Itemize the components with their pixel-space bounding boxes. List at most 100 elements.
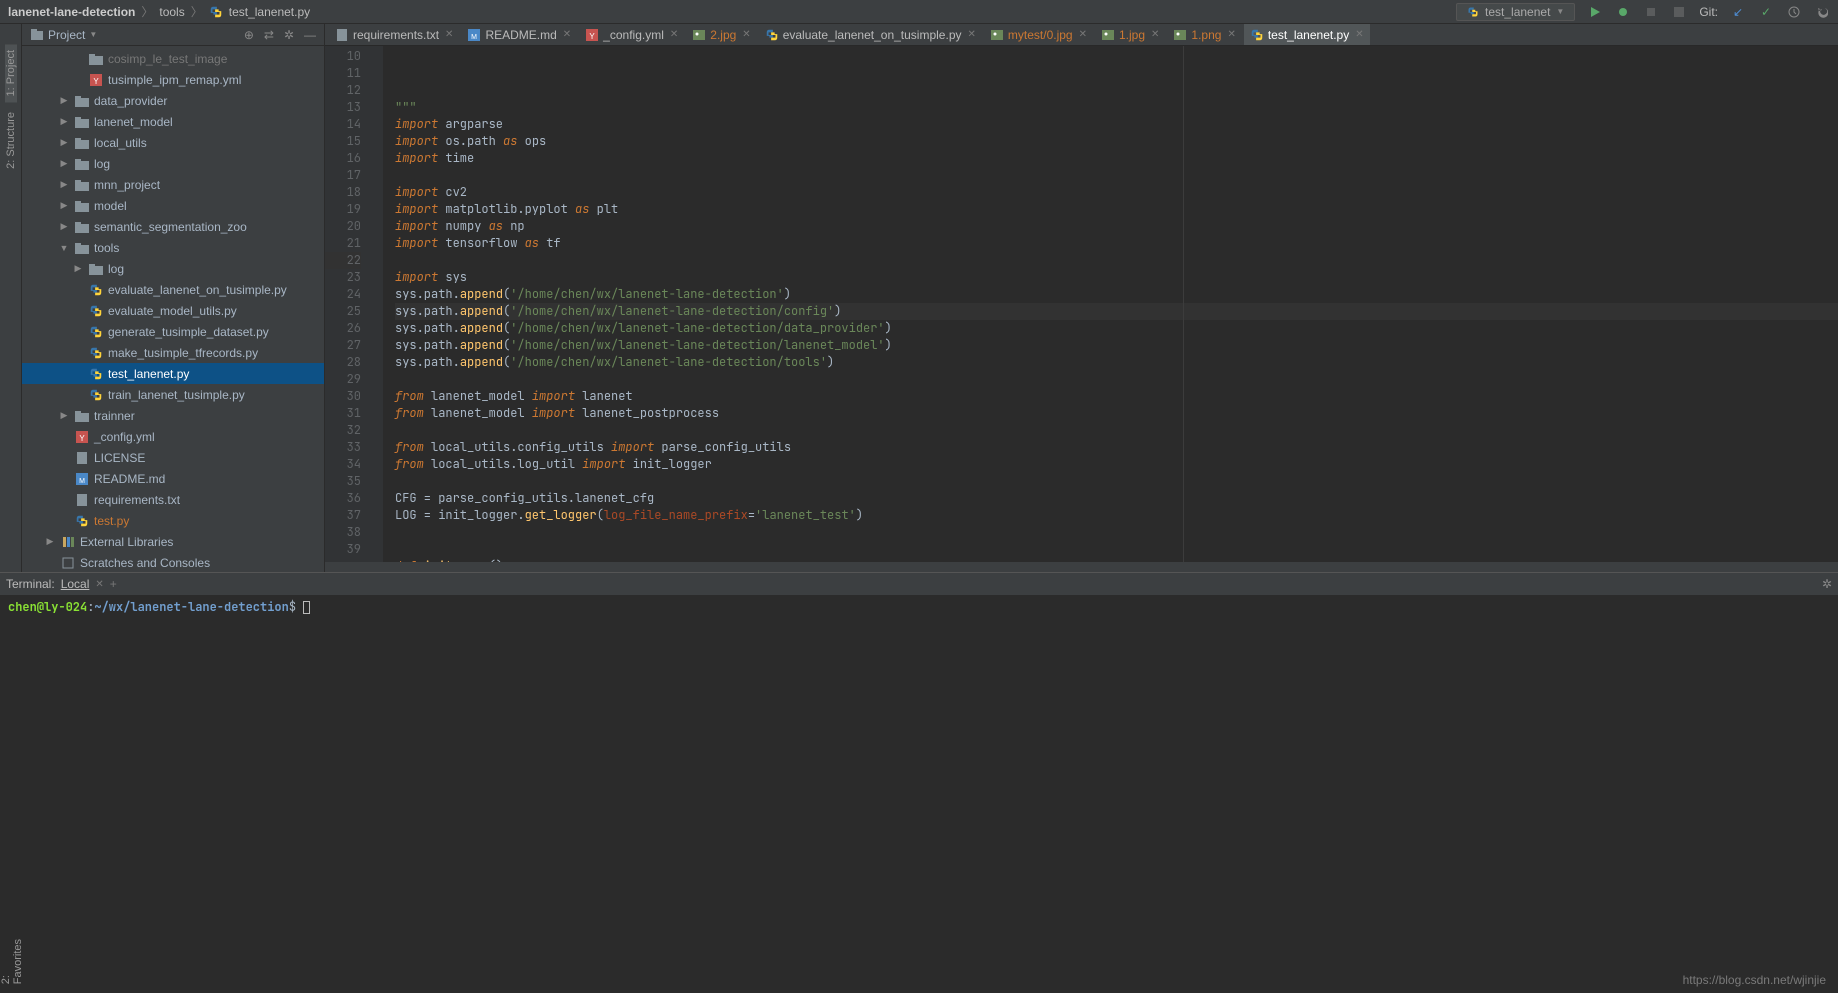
code-line[interactable]: import sys — [395, 269, 1838, 286]
code-line[interactable]: from lanenet_model import lanenet_postpr… — [395, 405, 1838, 422]
code-line[interactable]: import argparse — [395, 116, 1838, 133]
tree-folder[interactable]: External Libraries — [22, 531, 324, 552]
code-line[interactable] — [395, 371, 1838, 388]
code-line[interactable]: import tensorflow as tf — [395, 235, 1838, 252]
code-line[interactable] — [395, 422, 1838, 439]
terminal-settings-icon[interactable]: ✲ — [1822, 577, 1832, 591]
git-pull-icon[interactable]: ↙ — [1730, 4, 1746, 20]
code-line[interactable]: import os.path as ops — [395, 133, 1838, 150]
line-number[interactable]: 17 — [325, 167, 361, 184]
git-rollback-icon[interactable] — [1814, 4, 1830, 20]
code-line[interactable] — [395, 473, 1838, 490]
line-number[interactable]: 10 — [325, 48, 361, 65]
line-number[interactable]: 16 — [325, 150, 361, 167]
line-number[interactable]: 15 — [325, 133, 361, 150]
code-line[interactable]: sys.path.append('/home/chen/wx/lanenet-l… — [395, 286, 1838, 303]
line-number[interactable]: 38 — [325, 524, 361, 541]
breadcrumb-folder[interactable]: tools — [159, 5, 184, 19]
line-number[interactable]: 30 — [325, 388, 361, 405]
line-number[interactable]: 34 — [325, 456, 361, 473]
tab-close-icon[interactable]: ✕ — [1227, 29, 1235, 40]
settings-icon[interactable]: ✲ — [284, 28, 294, 42]
line-number[interactable]: 22 — [325, 252, 361, 269]
line-number[interactable]: 27 — [325, 337, 361, 354]
tree-arrow-icon[interactable] — [72, 263, 84, 274]
tree-file[interactable]: evaluate_lanenet_on_tusimple.py — [22, 279, 324, 300]
editor-tab[interactable]: Y_config.yml✕ — [579, 24, 684, 45]
line-number[interactable]: 24 — [325, 286, 361, 303]
tree-folder[interactable]: local_utils — [22, 132, 324, 153]
tab-close-icon[interactable]: ✕ — [742, 29, 750, 40]
code-line[interactable]: from lanenet_model import lanenet — [395, 388, 1838, 405]
line-number[interactable]: 39 — [325, 541, 361, 558]
tree-arrow-icon[interactable] — [58, 200, 70, 211]
code-line[interactable]: from local_utils.config_utils import par… — [395, 439, 1838, 456]
tree-folder[interactable]: log — [22, 258, 324, 279]
tree-file[interactable]: evaluate_model_utils.py — [22, 300, 324, 321]
code-line[interactable] — [395, 541, 1838, 558]
code-line[interactable]: sys.path.append('/home/chen/wx/lanenet-l… — [395, 354, 1838, 371]
tree-arrow-icon[interactable] — [58, 95, 70, 106]
stop-button[interactable] — [1671, 4, 1687, 20]
tree-file[interactable]: generate_tusimple_dataset.py — [22, 321, 324, 342]
run-config-selector[interactable]: test_lanenet ▼ — [1456, 3, 1575, 21]
tab-close-icon[interactable]: ✕ — [1151, 29, 1159, 40]
tree-file[interactable]: Scratches and Consoles — [22, 552, 324, 572]
code-line[interactable] — [395, 524, 1838, 541]
expand-icon[interactable]: ⇄ — [264, 28, 274, 42]
tree-file[interactable]: make_tusimple_tfrecords.py — [22, 342, 324, 363]
hide-icon[interactable]: — — [304, 28, 316, 42]
tree-folder[interactable]: tools — [22, 237, 324, 258]
breadcrumb-file[interactable]: test_lanenet.py — [229, 5, 310, 19]
project-tree[interactable]: cosimp_le_test_image Ytusimple_ipm_remap… — [22, 46, 324, 572]
code-line[interactable]: sys.path.append('/home/chen/wx/lanenet-l… — [395, 337, 1838, 354]
terminal-add-tab[interactable]: + — [110, 577, 117, 591]
tree-file[interactable]: MREADME.md — [22, 468, 324, 489]
tree-folder[interactable]: semantic_segmentation_zoo — [22, 216, 324, 237]
tree-arrow-icon[interactable] — [58, 221, 70, 232]
line-number[interactable]: 32 — [325, 422, 361, 439]
editor-tab[interactable]: 2.jpg✕ — [686, 24, 756, 45]
code-line[interactable]: import matplotlib.pyplot as plt — [395, 201, 1838, 218]
tree-arrow-icon[interactable] — [58, 179, 70, 190]
tree-file[interactable]: Ytusimple_ipm_remap.yml — [22, 69, 324, 90]
line-number[interactable]: 29 — [325, 371, 361, 388]
tree-folder[interactable]: lanenet_model — [22, 111, 324, 132]
tree-file[interactable]: test.py — [22, 510, 324, 531]
editor-scrollbar-x[interactable] — [325, 562, 1838, 572]
line-number[interactable]: 19 — [325, 201, 361, 218]
line-number[interactable]: 35 — [325, 473, 361, 490]
code-line[interactable]: import numpy as np — [395, 218, 1838, 235]
code-line[interactable]: sys.path.append('/home/chen/wx/lanenet-l… — [395, 303, 1838, 320]
line-number[interactable]: 21 — [325, 235, 361, 252]
tree-file[interactable]: train_lanenet_tusimple.py — [22, 384, 324, 405]
editor-tab[interactable]: mytest/0.jpg✕ — [984, 24, 1093, 45]
code-line[interactable]: import cv2 — [395, 184, 1838, 201]
editor-tab[interactable]: 1.jpg✕ — [1095, 24, 1165, 45]
tree-folder[interactable]: model — [22, 195, 324, 216]
code-line[interactable]: def init_args(): — [395, 558, 1838, 562]
tree-folder[interactable]: log — [22, 153, 324, 174]
git-commit-icon[interactable]: ✓ — [1758, 4, 1774, 20]
line-number[interactable]: 20 — [325, 218, 361, 235]
tree-folder[interactable]: trainner — [22, 405, 324, 426]
tree-file[interactable]: cosimp_le_test_image — [22, 48, 324, 69]
line-number[interactable]: 13 — [325, 99, 361, 116]
terminal-tab-close[interactable]: ✕ — [95, 579, 103, 590]
tree-folder[interactable]: mnn_project — [22, 174, 324, 195]
line-number[interactable]: 26 — [325, 320, 361, 337]
tab-close-icon[interactable]: ✕ — [670, 29, 678, 40]
tree-file[interactable]: test_lanenet.py — [22, 363, 324, 384]
code-line[interactable] — [395, 167, 1838, 184]
tree-arrow-icon[interactable] — [58, 158, 70, 169]
line-number[interactable]: 25 — [325, 303, 361, 320]
line-number[interactable]: 36 — [325, 490, 361, 507]
tab-close-icon[interactable]: ✕ — [1079, 29, 1087, 40]
code-line[interactable]: LOG = init_logger.get_logger(log_file_na… — [395, 507, 1838, 524]
line-number[interactable]: 28 — [325, 354, 361, 371]
tree-file[interactable]: LICENSE — [22, 447, 324, 468]
tree-folder[interactable]: data_provider — [22, 90, 324, 111]
line-number[interactable]: 33 — [325, 439, 361, 456]
editor-tab[interactable]: requirements.txt✕ — [329, 24, 459, 45]
line-number[interactable]: 14 — [325, 116, 361, 133]
